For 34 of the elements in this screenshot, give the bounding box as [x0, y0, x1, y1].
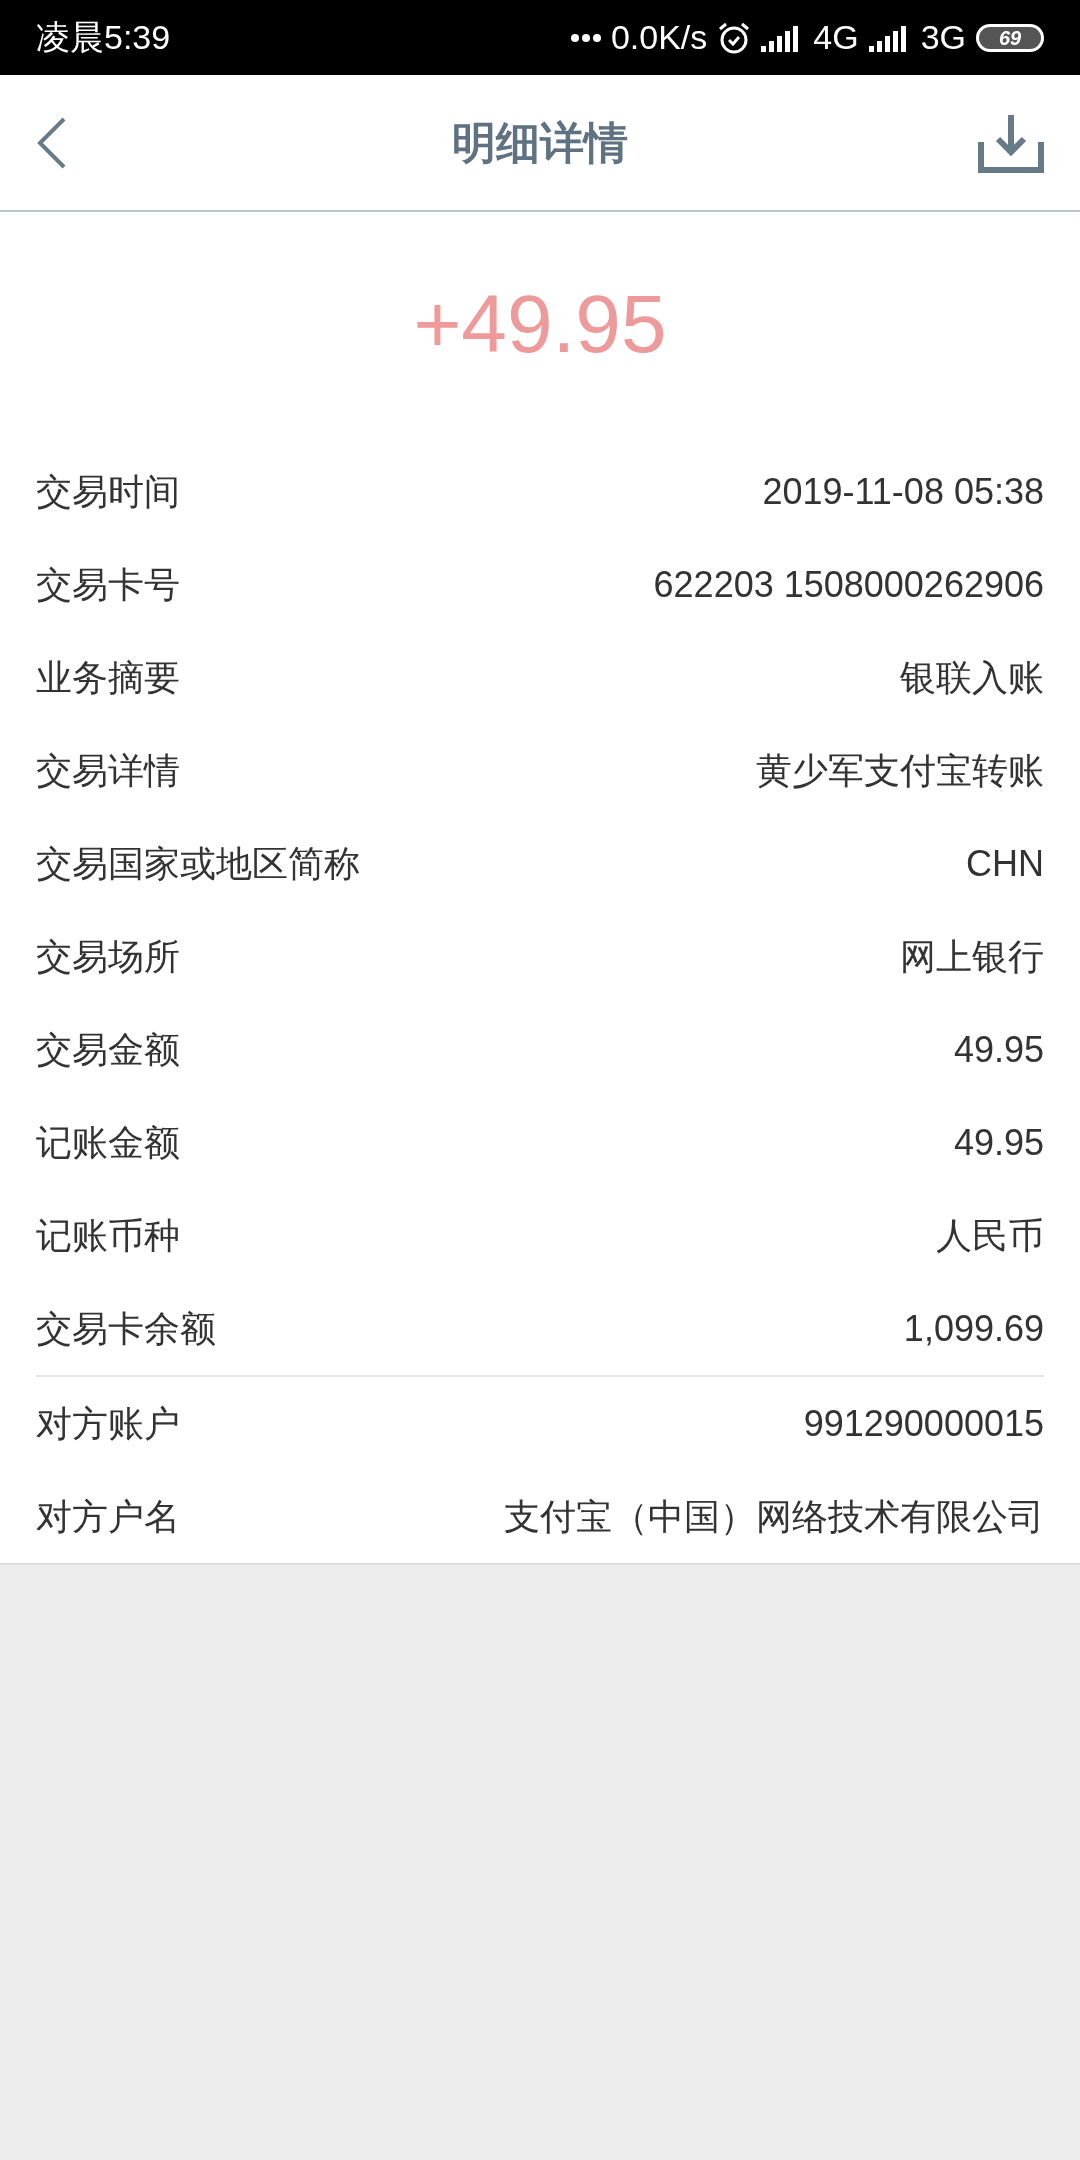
battery-icon: 69 [976, 23, 1044, 52]
alarm-icon [717, 20, 752, 55]
field-value: 991290000015 [803, 1401, 1044, 1446]
field-label: 交易卡号 [36, 562, 180, 607]
field-label: 交易时间 [36, 469, 180, 514]
dots-icon [570, 33, 601, 42]
field-value: 49.95 [953, 1027, 1044, 1072]
field-value: 黄少军支付宝转账 [756, 748, 1044, 793]
field-label: 记账金额 [36, 1120, 180, 1165]
field-label: 交易卡余额 [36, 1306, 216, 1351]
field-label: 业务摘要 [36, 655, 180, 700]
back-icon[interactable] [36, 116, 66, 169]
field-label: 交易场所 [36, 934, 180, 979]
network-type: 4G [813, 17, 859, 58]
page-title: 明细详情 [452, 116, 628, 169]
field-value: 2019-11-08 05:38 [762, 469, 1044, 514]
field-value: 支付宝（中国）网络技术有限公司 [504, 1494, 1044, 1539]
field-label: 交易国家或地区简称 [36, 841, 360, 886]
field-label: 对方户名 [36, 1494, 180, 1539]
status-time: 凌晨5:39 [36, 17, 171, 58]
field-value: 49.95 [953, 1120, 1044, 1165]
amount: +49.95 [413, 277, 667, 371]
field-value: CHN [966, 841, 1044, 886]
field-value: 人民币 [936, 1213, 1044, 1258]
field-label: 交易详情 [36, 748, 180, 793]
field-value: 网上银行 [900, 934, 1044, 979]
field-label: 交易金额 [36, 1027, 180, 1072]
field-label: 对方账户 [36, 1401, 180, 1446]
network-type: 3G [920, 17, 966, 58]
net-speed: 0.0K/s [610, 17, 708, 58]
field-value: 银联入账 [900, 655, 1044, 700]
field-value: 1,099.69 [903, 1306, 1044, 1351]
field-label: 记账币种 [36, 1213, 180, 1258]
field-value: 622203 1508000262906 [653, 562, 1044, 607]
